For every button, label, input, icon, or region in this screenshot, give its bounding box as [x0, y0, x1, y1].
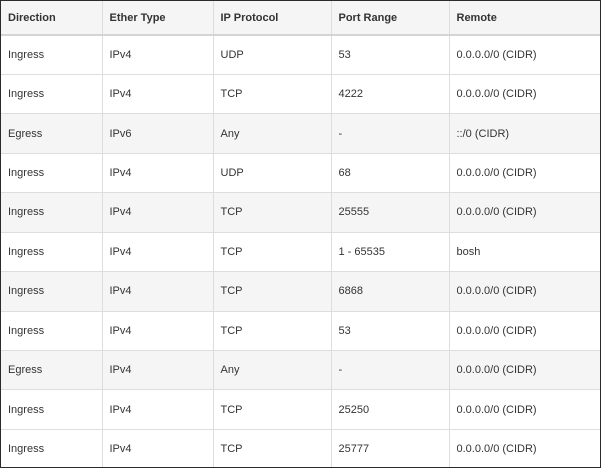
cell-direction: Egress [1, 349, 103, 390]
column-header-direction[interactable]: Direction [1, 1, 103, 36]
table-body: Ingress IPv4 UDP 53 0.0.0.0/0 (CIDR) Ing… [1, 34, 600, 467]
table-header: Direction Ether Type IP Protocol Port Ra… [1, 1, 600, 36]
table-row: Ingress IPv4 TCP 1 - 65535 bosh [1, 231, 600, 272]
cell-ether-type: IPv4 [102, 428, 214, 467]
header-row: Direction Ether Type IP Protocol Port Ra… [1, 1, 600, 36]
table-row: Ingress IPv4 UDP 68 0.0.0.0/0 (CIDR) [1, 152, 600, 193]
table-row: Egress IPv6 Any - ::/0 (CIDR) [1, 113, 600, 154]
cell-direction: Ingress [1, 231, 103, 272]
column-header-ip-protocol[interactable]: IP Protocol [213, 1, 332, 36]
cell-port-range: 4222 [331, 73, 450, 114]
cell-port-range: 6868 [331, 271, 450, 312]
cell-remote: 0.0.0.0/0 (CIDR) [449, 73, 600, 114]
cell-direction: Ingress [1, 192, 103, 233]
cell-ether-type: IPv4 [102, 231, 214, 272]
table-row: Ingress IPv4 TCP 25777 0.0.0.0/0 (CIDR) [1, 428, 600, 467]
cell-port-range: - [331, 113, 450, 154]
column-header-port-range[interactable]: Port Range [331, 1, 450, 36]
cell-ether-type: IPv4 [102, 34, 214, 75]
table-row: Egress IPv4 Any - 0.0.0.0/0 (CIDR) [1, 349, 600, 390]
table-row: Ingress IPv4 TCP 6868 0.0.0.0/0 (CIDR) [1, 271, 600, 312]
cell-port-range: 25250 [331, 389, 450, 430]
cell-direction: Ingress [1, 310, 103, 351]
column-header-remote[interactable]: Remote [449, 1, 600, 36]
cell-ether-type: IPv4 [102, 192, 214, 233]
cell-direction: Ingress [1, 73, 103, 114]
cell-port-range: 1 - 65535 [331, 231, 450, 272]
cell-direction: Ingress [1, 389, 103, 430]
cell-direction: Ingress [1, 152, 103, 193]
cell-ip-protocol: UDP [213, 34, 332, 75]
cell-remote: bosh [449, 231, 600, 272]
cell-remote: 0.0.0.0/0 (CIDR) [449, 389, 600, 430]
cell-ip-protocol: TCP [213, 310, 332, 351]
cell-remote: ::/0 (CIDR) [449, 113, 600, 154]
cell-ether-type: IPv6 [102, 113, 214, 154]
column-header-ether-type[interactable]: Ether Type [102, 1, 214, 36]
cell-direction: Ingress [1, 271, 103, 312]
cell-ip-protocol: TCP [213, 428, 332, 467]
cell-ether-type: IPv4 [102, 310, 214, 351]
cell-ether-type: IPv4 [102, 73, 214, 114]
security-group-rules-table: Direction Ether Type IP Protocol Port Ra… [1, 1, 600, 467]
cell-port-range: - [331, 349, 450, 390]
cell-direction: Egress [1, 113, 103, 154]
cell-ether-type: IPv4 [102, 271, 214, 312]
cell-ether-type: IPv4 [102, 349, 214, 390]
cell-port-range: 53 [331, 310, 450, 351]
cell-direction: Ingress [1, 428, 103, 467]
cell-remote: 0.0.0.0/0 (CIDR) [449, 349, 600, 390]
cell-remote: 0.0.0.0/0 (CIDR) [449, 428, 600, 467]
cell-remote: 0.0.0.0/0 (CIDR) [449, 192, 600, 233]
cell-ip-protocol: UDP [213, 152, 332, 193]
cell-remote: 0.0.0.0/0 (CIDR) [449, 152, 600, 193]
cell-direction: Ingress [1, 34, 103, 75]
cell-ip-protocol: TCP [213, 73, 332, 114]
table-row: Ingress IPv4 TCP 53 0.0.0.0/0 (CIDR) [1, 310, 600, 351]
table-row: Ingress IPv4 TCP 4222 0.0.0.0/0 (CIDR) [1, 73, 600, 114]
cell-port-range: 68 [331, 152, 450, 193]
cell-ip-protocol: TCP [213, 192, 332, 233]
cell-port-range: 53 [331, 34, 450, 75]
cell-ether-type: IPv4 [102, 389, 214, 430]
cell-remote: 0.0.0.0/0 (CIDR) [449, 310, 600, 351]
security-group-rules-panel: Direction Ether Type IP Protocol Port Ra… [0, 0, 601, 468]
cell-remote: 0.0.0.0/0 (CIDR) [449, 34, 600, 75]
cell-ether-type: IPv4 [102, 152, 214, 193]
table-row: Ingress IPv4 UDP 53 0.0.0.0/0 (CIDR) [1, 34, 600, 75]
table-row: Ingress IPv4 TCP 25555 0.0.0.0/0 (CIDR) [1, 192, 600, 233]
table-row: Ingress IPv4 TCP 25250 0.0.0.0/0 (CIDR) [1, 389, 600, 430]
cell-port-range: 25777 [331, 428, 450, 467]
cell-ip-protocol: Any [213, 113, 332, 154]
cell-port-range: 25555 [331, 192, 450, 233]
cell-remote: 0.0.0.0/0 (CIDR) [449, 271, 600, 312]
cell-ip-protocol: TCP [213, 271, 332, 312]
cell-ip-protocol: TCP [213, 389, 332, 430]
cell-ip-protocol: Any [213, 349, 332, 390]
cell-ip-protocol: TCP [213, 231, 332, 272]
